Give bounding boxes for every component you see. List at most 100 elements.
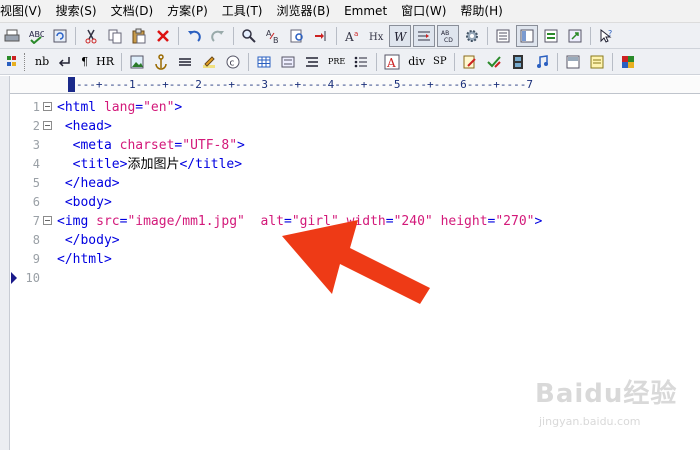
current-line-marker-icon xyxy=(11,272,17,284)
code-token: <body> xyxy=(57,195,112,210)
code-token: <head> xyxy=(57,119,112,134)
line-break-icon[interactable] xyxy=(54,51,76,73)
paragraph-button[interactable]: ¶ xyxy=(77,55,92,68)
fold-toggle-icon[interactable] xyxy=(43,102,52,111)
left-panel-strip[interactable] xyxy=(0,76,10,450)
table-icon[interactable] xyxy=(253,51,275,73)
code-token: = xyxy=(135,100,144,115)
insert-image-icon[interactable] xyxy=(126,51,148,73)
horizontal-rule-button[interactable]: HR xyxy=(92,55,118,68)
menu-help[interactable]: 帮助(H) xyxy=(453,0,509,22)
code-line[interactable]: 4 <title>添加图片</title> xyxy=(10,155,700,174)
code-text: </body> xyxy=(57,231,120,250)
ruler-caret xyxy=(68,77,75,92)
menu-browser[interactable]: 浏览器(B) xyxy=(269,0,337,22)
goto-line-icon[interactable] xyxy=(310,25,332,47)
toolbar-separator xyxy=(376,52,378,71)
bullet-list-icon[interactable] xyxy=(350,51,372,73)
preview-icon[interactable] xyxy=(564,25,586,47)
menu-search[interactable]: 搜索(S) xyxy=(49,0,104,22)
code-line[interactable]: 3 <meta charset="UTF-8"> xyxy=(10,136,700,155)
replace-icon[interactable]: AB xyxy=(262,25,284,47)
paste-icon[interactable] xyxy=(128,25,150,47)
help-cursor-icon[interactable]: ? xyxy=(595,25,617,47)
check-pencil-icon[interactable] xyxy=(483,51,505,73)
copy-icon[interactable] xyxy=(104,25,126,47)
line-number: 3 xyxy=(32,138,40,152)
font-icon[interactable]: Aa xyxy=(341,25,363,47)
baidu-watermark: Baidu经验 jingyan.baidu.com xyxy=(535,373,678,428)
find-in-files-icon[interactable] xyxy=(286,25,308,47)
font-style-icon[interactable]: A xyxy=(381,51,403,73)
frame-icon[interactable] xyxy=(562,51,584,73)
script-icon[interactable] xyxy=(459,51,481,73)
menu-view[interactable]: 视图(V) xyxy=(0,0,49,22)
span-button[interactable]: SP xyxy=(429,56,451,67)
menu-emmet[interactable]: Emmet xyxy=(337,0,394,22)
fold-toggle-icon[interactable] xyxy=(43,216,52,225)
ruler: ---+----1----+----2----+----3----+----4-… xyxy=(10,76,700,94)
toolbar-separator xyxy=(233,26,234,45)
copyright-icon[interactable]: c xyxy=(222,51,244,73)
anchor-icon[interactable] xyxy=(150,51,172,73)
menu-scheme[interactable]: 方案(P) xyxy=(160,0,215,22)
watermark-brand: Baidu经验 xyxy=(535,379,678,409)
code-text: <title>添加图片</title> xyxy=(57,155,242,174)
code-token: lang xyxy=(103,100,136,115)
line-number: 2 xyxy=(32,119,40,133)
word-wrap-icon[interactable]: W xyxy=(389,24,411,47)
code-text: <html lang="en"> xyxy=(57,98,182,117)
menu-window[interactable]: 窗口(W) xyxy=(394,0,453,22)
code-token: <title> xyxy=(57,157,128,172)
redo-icon[interactable] xyxy=(207,25,229,47)
toolbar-separator xyxy=(75,26,76,45)
music-note-icon[interactable] xyxy=(531,51,553,73)
edit-pencil-icon[interactable] xyxy=(198,51,220,73)
svg-text:c: c xyxy=(230,58,235,68)
heading-icon[interactable]: Hx xyxy=(365,25,387,47)
menu-document[interactable]: 文档(D) xyxy=(104,0,161,22)
code-line[interactable]: 2 <head> xyxy=(10,117,700,136)
form-icon[interactable] xyxy=(277,51,299,73)
svg-text:W: W xyxy=(394,30,408,44)
align-lines-icon[interactable] xyxy=(174,51,196,73)
film-icon[interactable] xyxy=(507,51,529,73)
view-grid-icon[interactable] xyxy=(540,25,562,47)
code-line[interactable]: 5 </head> xyxy=(10,174,700,193)
menu-bar: 视图(V) 搜索(S) 文档(D) 方案(P) 工具(T) 浏览器(B) Emm… xyxy=(0,0,700,23)
view-panel-icon[interactable] xyxy=(516,24,538,47)
code-token: <html xyxy=(57,100,104,115)
fold-toggle-icon[interactable] xyxy=(43,121,52,130)
line-number: 6 xyxy=(32,195,40,209)
note-icon[interactable] xyxy=(586,51,608,73)
toolbar-separator xyxy=(336,26,337,45)
wrap-arrow-icon[interactable] xyxy=(413,24,435,47)
delete-icon[interactable] xyxy=(152,25,174,47)
find-icon[interactable] xyxy=(238,25,260,47)
nbsp-button[interactable]: nb xyxy=(31,55,53,68)
line-number: 5 xyxy=(32,176,40,190)
code-token: </body> xyxy=(57,233,120,248)
color-grid-icon[interactable] xyxy=(1,51,23,73)
undo-icon[interactable] xyxy=(183,25,205,47)
toolbar-separator xyxy=(248,52,250,71)
main-toolbar: ABC AB Aa Hx W AB CD ? xyxy=(0,23,700,49)
refresh-icon[interactable] xyxy=(49,25,71,47)
toolbar-grip[interactable] xyxy=(24,52,29,71)
print-icon[interactable] xyxy=(1,25,23,47)
div-button[interactable]: div xyxy=(404,55,429,68)
preformatted-button[interactable]: PRE xyxy=(324,57,349,66)
color-picker-icon[interactable] xyxy=(617,51,639,73)
code-text: <body> xyxy=(57,193,112,212)
code-line[interactable]: 6 <body> xyxy=(10,193,700,212)
settings-gear-icon[interactable] xyxy=(461,25,483,47)
spellcheck-icon[interactable]: ABC xyxy=(25,25,47,47)
abc-icon[interactable]: AB CD xyxy=(437,24,459,47)
red-arrow-annotation xyxy=(282,220,430,304)
list-icon[interactable] xyxy=(301,51,323,73)
view-list-icon[interactable] xyxy=(492,25,514,47)
code-line[interactable]: 1 <html lang="en"> xyxy=(10,98,700,117)
code-token: "270" xyxy=(495,214,535,229)
cut-icon[interactable] xyxy=(80,25,102,47)
menu-tools[interactable]: 工具(T) xyxy=(215,0,270,22)
